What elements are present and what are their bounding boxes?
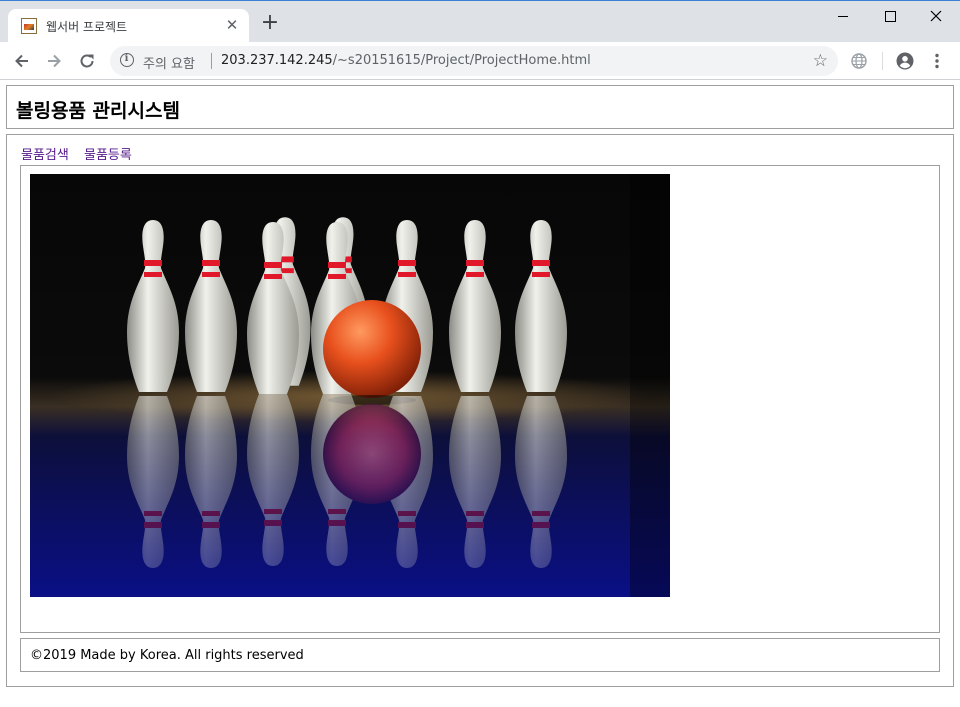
url-host: 203.237.142.245	[221, 53, 333, 68]
favicon-icon	[21, 18, 37, 34]
info-icon[interactable]	[120, 53, 134, 67]
page-header: 볼링용품 관리시스템	[6, 85, 954, 129]
browser-tab[interactable]: 웹서버 프로젝트 ✕	[8, 9, 249, 43]
plus-icon[interactable]: +	[259, 12, 281, 34]
url-text[interactable]: 203.237.142.245/~s20151615/Project/Proje…	[221, 53, 591, 68]
window-close-icon[interactable]	[913, 1, 959, 31]
nav-menu: 물품검색 물품등록	[21, 144, 143, 163]
forward-icon[interactable]	[44, 51, 64, 71]
url-path: /~s20151615/Project/ProjectHome.html	[332, 53, 591, 68]
content-box	[20, 165, 940, 633]
nav-link-search-items[interactable]: 물품검색	[21, 148, 69, 163]
back-icon[interactable]	[12, 51, 32, 71]
security-label[interactable]: 주의 요함	[143, 53, 195, 72]
page-main: 물품검색 물품등록 ©2019 Made by Korea. All right…	[6, 134, 954, 687]
browser-titlebar: 웹서버 프로젝트 ✕ +	[0, 0, 960, 43]
browser-toolbar: 주의 요함 203.237.142.245/~s20151615/Project…	[0, 42, 960, 80]
star-icon[interactable]: ☆	[813, 51, 828, 71]
bowling-hero-image	[30, 174, 670, 597]
address-bar[interactable]: 주의 요함 203.237.142.245/~s20151615/Project…	[110, 46, 838, 76]
kebab-menu-icon[interactable]	[927, 51, 947, 71]
separator	[211, 53, 212, 69]
nav-link-register-items[interactable]: 물품등록	[84, 148, 132, 163]
profile-icon[interactable]	[895, 51, 915, 71]
maximize-icon[interactable]	[867, 1, 913, 31]
footer: ©2019 Made by Korea. All rights reserved	[20, 638, 940, 672]
globe-icon[interactable]	[849, 51, 869, 71]
reload-icon[interactable]	[77, 51, 97, 71]
footer-text: ©2019 Made by Korea. All rights reserved	[30, 648, 304, 663]
tab-title: 웹서버 프로젝트	[46, 20, 128, 34]
page-title: 볼링용품 관리시스템	[16, 100, 180, 122]
minimize-icon[interactable]	[820, 1, 866, 31]
close-icon[interactable]: ✕	[223, 16, 241, 34]
toolbar-divider	[882, 52, 883, 70]
